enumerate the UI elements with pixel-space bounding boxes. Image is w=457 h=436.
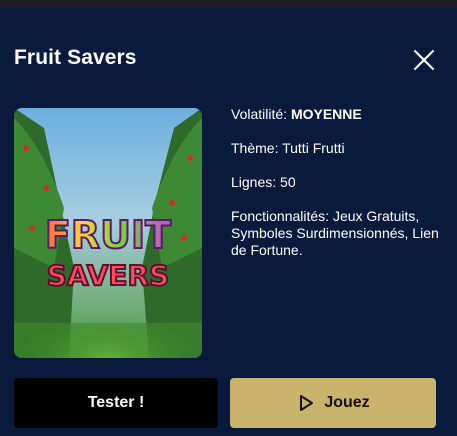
- test-button-label: Tester !: [87, 394, 145, 411]
- top-bar: [0, 0, 457, 8]
- close-button[interactable]: [410, 46, 438, 74]
- volatility-row: Volatilité: MOYENNE: [231, 106, 451, 123]
- logo-line2: SAVERS: [47, 259, 169, 292]
- play-icon: [296, 393, 316, 413]
- close-icon: [413, 49, 435, 71]
- game-details: Volatilité: MOYENNE Thème: Tutti Frutti …: [231, 106, 451, 276]
- test-button[interactable]: Tester !: [14, 378, 218, 428]
- logo-line1: FRUIT: [45, 213, 171, 257]
- play-button-label: Jouez: [324, 394, 370, 411]
- volatility-value: MOYENNE: [290, 106, 362, 122]
- features-row: Fonctionnalités: Jeux Gratuits, Symboles…: [231, 208, 439, 258]
- theme-row: Thème: Tutti Frutti: [231, 140, 345, 156]
- lines-row: Lignes: 50: [231, 174, 296, 190]
- volatility-label: Volatilité:: [231, 106, 288, 122]
- play-button[interactable]: Jouez: [230, 378, 436, 428]
- game-thumbnail[interactable]: FRUIT SAVERS: [14, 108, 202, 358]
- game-title: Fruit Savers: [14, 46, 137, 69]
